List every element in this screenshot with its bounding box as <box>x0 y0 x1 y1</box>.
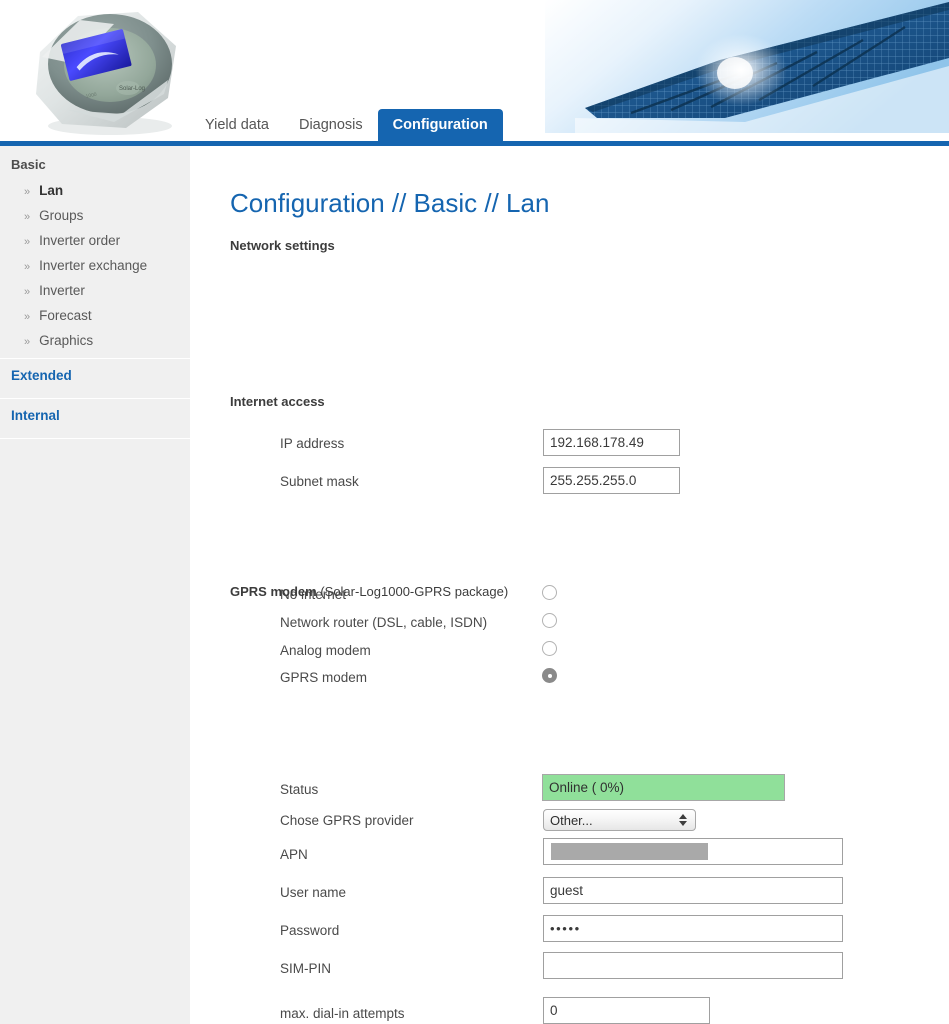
sidebar-item-label: Inverter <box>39 283 85 298</box>
main-content: Configuration // Basic // Lan Network se… <box>190 146 949 1024</box>
radio-label-gprs-modem: GPRS modem <box>280 669 368 685</box>
radio-label-analog-modem: Analog modem <box>280 642 371 658</box>
gprs-heading-main: GPRS modem <box>230 584 317 599</box>
tab-configuration[interactable]: Configuration <box>377 109 503 141</box>
status-label: Status <box>280 781 319 797</box>
radio-label-network-router: Network router (DSL, cable, ISDN) <box>280 614 488 630</box>
field-row-password: Password <box>280 919 339 941</box>
svg-text:Solar-Log: Solar-Log <box>119 86 145 92</box>
gprs-provider-label: Chose GPRS provider <box>280 812 414 828</box>
sidebar-section-extended[interactable]: Extended <box>0 359 190 393</box>
sim-pin-label: SIM-PIN <box>280 960 332 976</box>
subnet-mask-input[interactable]: 255.255.255.0 <box>543 467 680 494</box>
chevron-right-icon: » <box>24 311 31 323</box>
field-row-gprs-modem: GPRS modem <box>280 666 367 688</box>
page-title: Configuration // Basic // Lan <box>230 188 550 218</box>
field-row-apn: APN <box>280 843 308 865</box>
gprs-provider-value: Other... <box>550 812 593 828</box>
sidebar-item-label: Inverter exchange <box>39 258 148 273</box>
sidebar-item-inverter-exchange[interactable]: » Inverter exchange <box>0 253 190 278</box>
sidebar-item-inverter-order[interactable]: » Inverter order <box>0 228 190 253</box>
chevron-right-icon: » <box>24 236 31 248</box>
section-heading-gprs-modem: GPRS modem (Solar-Log1000-GPRS package) <box>230 584 508 599</box>
chevron-right-icon: » <box>24 186 31 198</box>
status-badge: Online ( 0%) <box>542 774 785 801</box>
solar-log-device-photo: Solar-Log 1000 <box>18 2 198 140</box>
sidebar-item-groups[interactable]: » Groups <box>0 203 190 228</box>
ip-address-label: IP address <box>280 435 345 451</box>
ip-address-value: 192.168.178.49 <box>550 435 644 450</box>
sidebar-item-label: Inverter order <box>39 233 121 248</box>
field-row-subnet-mask: Subnet mask <box>280 470 359 492</box>
user-name-value: guest <box>550 883 584 898</box>
apn-label: APN <box>280 846 308 862</box>
apn-redacted-value <box>551 843 709 860</box>
sidebar-item-label: Graphics <box>39 333 94 348</box>
sidebar-section-basic: Basic <box>11 157 46 172</box>
field-row-sim-pin: SIM-PIN <box>280 957 331 979</box>
field-row-max-dialin: max. dial-in attempts <box>280 1002 405 1024</box>
page-header: Solar-Log 1000 Yield data Diagnosis Conf… <box>0 0 949 141</box>
gprs-heading-suffix: (Solar-Log1000-GPRS package) <box>320 584 509 599</box>
user-name-label: User name <box>280 884 347 900</box>
user-name-input[interactable]: guest <box>543 877 843 904</box>
chevron-right-icon: » <box>24 211 31 223</box>
field-row-user-name: User name <box>280 881 346 903</box>
sidebar-item-forecast[interactable]: » Forecast <box>0 303 190 328</box>
select-stepper-arrows-icon[interactable] <box>679 814 687 826</box>
radio-network-router[interactable] <box>542 613 557 628</box>
solar-panel-banner <box>545 0 949 133</box>
status-value: Online ( 0%) <box>549 780 625 795</box>
field-row-ip-address: IP address <box>280 432 344 454</box>
radio-gprs-modem[interactable] <box>542 668 557 683</box>
password-value: ••••• <box>550 921 581 936</box>
sidebar-divider <box>0 438 190 439</box>
radio-no-internet[interactable] <box>542 585 557 600</box>
section-heading-internet-access: Internet access <box>230 394 325 409</box>
apn-input[interactable] <box>543 838 843 865</box>
page-body: Basic » Lan » Groups » Inverter order » … <box>0 146 949 1024</box>
field-row-analog-modem: Analog modem <box>280 639 371 661</box>
sidebar-item-label: Lan <box>39 183 64 198</box>
section-heading-network-settings: Network settings <box>230 238 335 253</box>
subnet-mask-label: Subnet mask <box>280 473 359 489</box>
tab-diagnosis[interactable]: Diagnosis <box>284 109 378 141</box>
sidebar-section-internal[interactable]: Internal <box>0 399 190 433</box>
max-dialin-value: 0 <box>550 1003 558 1018</box>
chevron-right-icon: » <box>24 286 31 298</box>
tab-yield-data[interactable]: Yield data <box>190 109 284 141</box>
chevron-right-icon: » <box>24 336 31 348</box>
field-row-status: Status <box>280 778 318 800</box>
password-label: Password <box>280 922 340 938</box>
gprs-provider-select[interactable]: Other... <box>543 809 696 831</box>
field-row-gprs-provider: Chose GPRS provider <box>280 809 414 831</box>
sidebar-nav: Basic » Lan » Groups » Inverter order » … <box>0 146 190 1024</box>
max-dialin-input[interactable]: 0 <box>543 997 710 1024</box>
password-input[interactable]: ••••• <box>543 915 843 942</box>
max-dialin-label: max. dial-in attempts <box>280 1005 405 1021</box>
sim-pin-input[interactable] <box>543 952 843 979</box>
sidebar-item-lan[interactable]: » Lan <box>0 178 190 203</box>
chevron-right-icon: » <box>24 261 31 273</box>
subnet-mask-value: 255.255.255.0 <box>550 473 637 488</box>
sidebar-item-label: Groups <box>39 208 84 223</box>
sidebar-item-label: Forecast <box>39 308 92 323</box>
sidebar-item-graphics[interactable]: » Graphics <box>0 328 190 353</box>
main-tabs[interactable]: Yield data Diagnosis Configuration <box>190 109 503 141</box>
radio-analog-modem[interactable] <box>542 641 557 656</box>
ip-address-input[interactable]: 192.168.178.49 <box>543 429 680 456</box>
sidebar-item-inverter[interactable]: » Inverter <box>0 278 190 303</box>
field-row-network-router: Network router (DSL, cable, ISDN) <box>280 611 487 633</box>
